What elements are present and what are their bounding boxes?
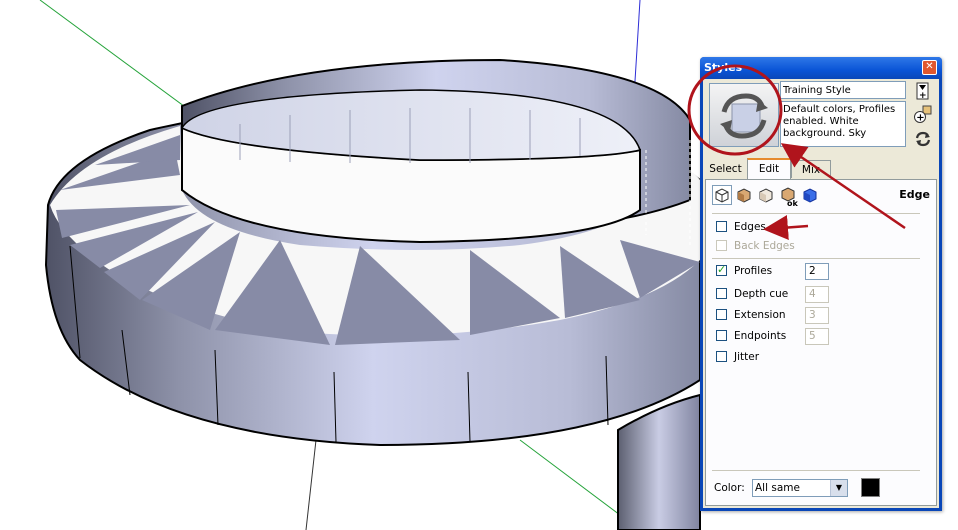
- depth-cue-label: Depth cue: [734, 288, 789, 300]
- checkmark-icon: ✓: [717, 263, 727, 276]
- color-dropdown-value: All same: [755, 482, 800, 494]
- create-style-icon[interactable]: +: [913, 81, 933, 101]
- edges-checkbox[interactable]: [716, 221, 727, 232]
- color-dropdown[interactable]: All same ▼: [752, 479, 848, 497]
- back-edges-checkbox: [716, 240, 727, 251]
- panel-titlebar[interactable]: Styles ✕: [700, 57, 942, 79]
- refresh-icon[interactable]: [913, 129, 933, 149]
- svg-text:ok: ok: [787, 199, 798, 207]
- styles-panel: Styles ✕ Training Style Default colors, …: [700, 57, 942, 511]
- profiles-label: Profiles: [734, 265, 773, 277]
- svg-text:+: +: [916, 113, 924, 124]
- tab-edit[interactable]: Edit: [747, 158, 791, 180]
- close-icon[interactable]: ✕: [922, 60, 937, 75]
- profiles-width-input[interactable]: 2: [805, 263, 829, 280]
- endpoints-input[interactable]: 5: [805, 328, 829, 345]
- back-edges-label: Back Edges: [734, 240, 795, 252]
- jitter-label: Jitter: [734, 351, 760, 363]
- axis-line: [305, 439, 317, 530]
- extension-label: Extension: [734, 309, 786, 321]
- style-thumbnail[interactable]: [709, 83, 779, 147]
- edit-tab-content: ok Edge Edges Back Edges ✓ Profiles 2 De…: [705, 179, 937, 506]
- jitter-checkbox[interactable]: [716, 351, 727, 362]
- divider: [712, 470, 920, 471]
- panel-title: Styles: [704, 61, 743, 74]
- modeling-settings-icon[interactable]: [800, 185, 820, 205]
- section-title: Edge: [899, 188, 930, 201]
- tab-mix[interactable]: Mix: [791, 160, 831, 178]
- depth-cue-input[interactable]: 4: [805, 286, 829, 303]
- background-settings-icon[interactable]: [756, 185, 776, 205]
- tab-select[interactable]: Select: [705, 160, 746, 178]
- endpoints-label: Endpoints: [734, 330, 787, 342]
- divider: [712, 258, 920, 259]
- panel-body: Training Style Default colors, Profiles …: [703, 79, 939, 508]
- depth-cue-checkbox[interactable]: [716, 288, 727, 299]
- lower-tube: [617, 393, 701, 530]
- style-description-input[interactable]: Default colors, Profiles enabled. White …: [780, 101, 906, 147]
- color-label: Color:: [714, 482, 745, 494]
- style-name-input[interactable]: Training Style: [780, 81, 906, 99]
- extension-input[interactable]: 3: [805, 307, 829, 324]
- endpoints-checkbox[interactable]: [716, 330, 727, 341]
- svg-text:+: +: [919, 91, 927, 101]
- add-icon[interactable]: +: [913, 104, 933, 124]
- color-swatch[interactable]: [861, 478, 880, 497]
- divider: [712, 213, 920, 214]
- edges-label: Edges: [734, 221, 766, 233]
- edge-settings-icon[interactable]: [712, 185, 732, 205]
- watermark-settings-icon[interactable]: ok: [778, 185, 798, 208]
- profiles-checkbox[interactable]: ✓: [716, 263, 727, 276]
- refresh-style-icon: [720, 93, 768, 139]
- face-settings-icon[interactable]: [734, 185, 754, 205]
- chevron-down-icon[interactable]: ▼: [830, 480, 847, 496]
- extension-checkbox[interactable]: [716, 309, 727, 320]
